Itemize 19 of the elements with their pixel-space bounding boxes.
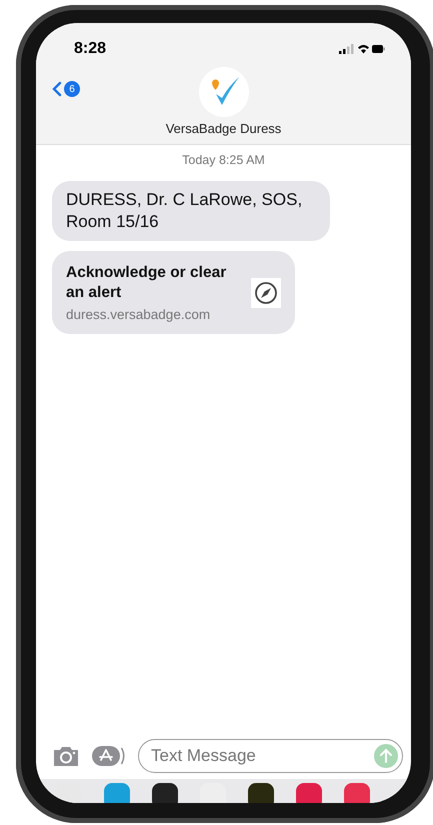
message-bubble: DURESS, Dr. C LaRowe, SOS, Room 15/16 <box>52 181 330 241</box>
contact-name: VersaBadge Duress <box>166 121 282 136</box>
app-store-icon[interactable] <box>92 745 126 767</box>
link-title: Acknowledge or clear an alert <box>66 263 228 303</box>
camera-icon[interactable] <box>52 745 80 767</box>
compass-icon <box>251 278 281 308</box>
link-preview[interactable]: Acknowledge or clear an alert duress.versabadge.com <box>52 251 295 334</box>
app-icon[interactable] <box>248 783 274 803</box>
app-icon[interactable] <box>152 783 178 803</box>
unread-count: 6 <box>64 81 80 97</box>
status-icons <box>339 43 385 55</box>
back-button[interactable]: 6 <box>52 81 80 97</box>
chevron-left-icon <box>52 81 62 97</box>
contact-avatar <box>198 67 248 117</box>
status-time: 8:28 <box>74 40 106 58</box>
message-timestamp: Today 8:25 AM <box>182 153 265 167</box>
link-url: duress.versabadge.com <box>66 307 212 322</box>
message-input-field[interactable]: Text Message <box>138 739 403 773</box>
app-icon[interactable] <box>56 783 82 803</box>
